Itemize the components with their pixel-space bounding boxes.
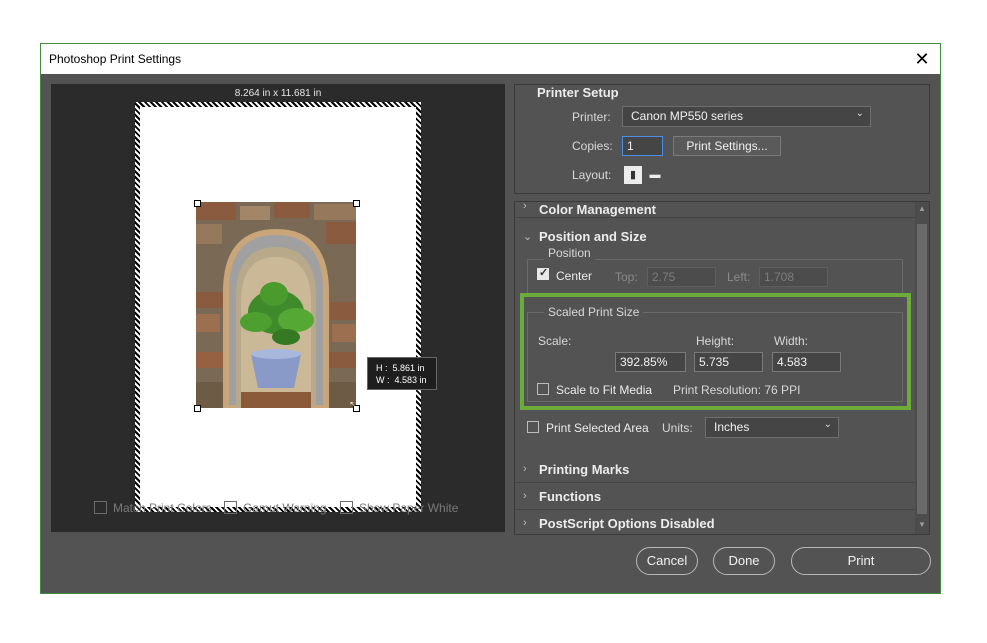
close-icon[interactable]: ✕ [910, 47, 934, 71]
match-print-colors-option[interactable]: Match Print Colors [94, 501, 212, 515]
resize-icon: ⤡ [350, 401, 358, 412]
title-bar: Photoshop Print Settings ✕ [41, 44, 940, 74]
scroll-down-icon[interactable]: ▼ [915, 520, 929, 529]
section-functions[interactable]: › Functions [515, 484, 915, 510]
gamut-warning-option[interactable]: Gamut Warning [224, 501, 327, 515]
layout-label: Layout: [572, 168, 612, 182]
print-preview: 8.264 in x 11.681 in ⤡ H : 5.861 in W: … [51, 84, 505, 532]
section-label: Functions [539, 489, 602, 504]
section-color-management[interactable]: › Color Management [515, 201, 915, 218]
cancel-button[interactable]: Cancel [636, 547, 698, 575]
landscape-icon[interactable]: ▬ [646, 166, 664, 184]
chevron-right-icon: › [523, 463, 527, 475]
tooltip-h-value: 5.861 in [392, 363, 425, 373]
gamut-warning-label: Gamut Warning [243, 501, 327, 515]
highlight-box [520, 293, 911, 410]
done-button[interactable]: Done [713, 547, 775, 575]
vertical-scrollbar[interactable]: ▲ ▼ [915, 202, 929, 534]
left-input[interactable]: 1.708 [759, 267, 828, 287]
chevron-right-icon: › [523, 490, 527, 502]
show-paper-white-option[interactable]: Show Paper White [340, 501, 458, 515]
tooltip-w-value: 4.583 in [394, 375, 427, 385]
top-label: Top: [615, 270, 638, 284]
match-print-colors-label: Match Print Colors [113, 501, 212, 515]
printer-select[interactable]: Canon MP550 series ⌄ [622, 106, 871, 127]
printer-label: Printer: [572, 110, 611, 124]
copies-input[interactable]: 1 [622, 136, 663, 156]
section-printing-marks[interactable]: › Printing Marks [515, 457, 915, 483]
show-paper-white-checkbox[interactable] [340, 501, 353, 514]
printer-value: Canon MP550 series [631, 109, 744, 123]
chevron-down-icon: ⌄ [855, 108, 864, 119]
units-select[interactable]: Inches ⌄ [705, 417, 839, 438]
section-label: Printing Marks [539, 462, 630, 477]
position-group-title: Position [544, 246, 595, 260]
chevron-right-icon: › [523, 517, 527, 529]
dialog-title: Photoshop Print Settings [49, 52, 182, 66]
tooltip-h-label: H : [376, 363, 388, 373]
top-input[interactable]: 2.75 [647, 267, 716, 287]
paper-size-label: 8.264 in x 11.681 in [234, 88, 322, 99]
match-print-colors-checkbox[interactable] [94, 501, 107, 514]
section-label: PostScript Options Disabled [539, 516, 715, 531]
section-label[interactable]: Position and Size [539, 229, 647, 244]
resize-handle-tl[interactable] [194, 200, 201, 207]
chevron-right-icon: › [523, 201, 527, 212]
tooltip-w-label: W : [376, 375, 390, 385]
units-value: Inches [714, 420, 750, 434]
center-checkbox[interactable] [537, 266, 549, 280]
gamut-warning-checkbox[interactable] [224, 501, 237, 514]
print-selected-area-checkbox[interactable] [527, 421, 539, 433]
units-label: Units: [662, 421, 693, 435]
dimension-tooltip: H : 5.861 in W : 4.583 in [367, 357, 437, 390]
section-label: Color Management [539, 202, 657, 217]
chevron-down-icon[interactable]: ⌄ [523, 230, 532, 243]
printer-setup-heading: Printer Setup [537, 85, 619, 100]
copies-label: Copies: [572, 139, 613, 153]
section-postscript[interactable]: › PostScript Options Disabled [515, 511, 915, 534]
photo-thumbnail[interactable] [196, 202, 356, 408]
print-selected-area-label: Print Selected Area [546, 421, 649, 435]
print-settings-button[interactable]: Print Settings... [673, 136, 781, 156]
show-paper-white-label: Show Paper White [359, 501, 459, 515]
print-button[interactable]: Print [791, 547, 931, 575]
scroll-up-icon[interactable]: ▲ [915, 204, 929, 213]
scroll-thumb[interactable] [917, 224, 927, 514]
chevron-down-icon: ⌄ [823, 419, 832, 430]
portrait-icon[interactable]: ▮ [624, 166, 642, 184]
resize-handle-tr[interactable] [353, 200, 360, 207]
resize-handle-bl[interactable] [194, 405, 201, 412]
left-label: Left: [727, 270, 751, 284]
center-label: Center [556, 269, 593, 283]
